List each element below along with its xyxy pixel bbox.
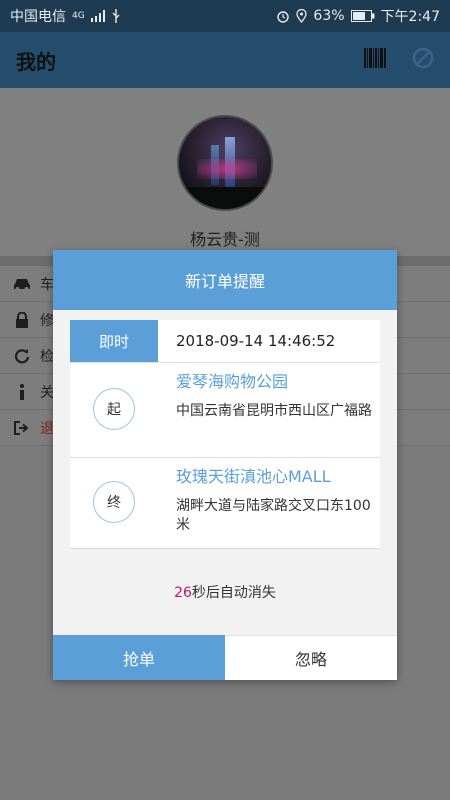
ignore-order-button[interactable]: 忽略 (225, 635, 397, 680)
order-details: 即时 2018-09-14 14:46:52 起 爱琴海购物公园 中国云南省昆明… (70, 320, 380, 549)
location-icon (296, 9, 308, 23)
app-bar: 我的 (0, 32, 450, 88)
end-location-address: 湖畔大道与陆家路交叉口东100米 (176, 498, 371, 533)
dialog-title: 新订单提醒 (53, 250, 397, 310)
order-type-tag: 即时 (70, 320, 158, 362)
dialog-actions: 抢单 忽略 (53, 635, 397, 680)
profile-header: 杨云贵-测 (0, 88, 450, 256)
signal-icon (90, 10, 105, 22)
end-badge: 终 (93, 481, 135, 523)
auto-dismiss-countdown: 26秒后自动消失 (53, 582, 397, 602)
battery-percent: 63% (313, 8, 345, 24)
barcode-icon[interactable] (364, 48, 386, 72)
network-type: 4G (72, 11, 85, 21)
info-icon (12, 383, 32, 401)
username: 杨云贵-测 (190, 230, 260, 249)
usb-icon (111, 9, 121, 23)
menu-item-label: 车 (40, 276, 54, 293)
menu-item-label: 关 (40, 384, 54, 401)
countdown-suffix: 秒后自动消失 (191, 585, 276, 601)
car-icon (12, 275, 32, 293)
menu-item-label: 退 (40, 420, 54, 437)
page-title: 我的 (16, 49, 56, 74)
block-icon[interactable] (412, 47, 434, 73)
logout-icon (12, 419, 32, 437)
start-location-card: 起 爱琴海购物公园 中国云南省昆明市西山区广福路 (70, 362, 380, 457)
lock-icon (12, 311, 32, 329)
avatar[interactable] (177, 115, 273, 211)
start-badge: 起 (93, 388, 135, 430)
status-bar: 中国电信 4G 63% 下午2:47 (0, 0, 450, 32)
start-location-name: 爱琴海购物公园 (176, 372, 289, 391)
order-time-row: 即时 2018-09-14 14:46:52 (70, 320, 380, 362)
battery-icon (350, 10, 375, 22)
end-location-card: 终 玫瑰天街滇池心MALL 湖畔大道与陆家路交叉口东100米 (70, 457, 380, 549)
accept-order-button[interactable]: 抢单 (53, 635, 225, 680)
countdown-seconds: 26 (174, 585, 192, 601)
menu-item-label: 检 (40, 348, 54, 365)
clock-time: 下午2:47 (380, 9, 440, 25)
end-location-name: 玫瑰天街滇池心MALL (176, 467, 331, 486)
start-location-address: 中国云南省昆明市西山区广福路 (176, 403, 372, 419)
new-order-dialog: 新订单提醒 即时 2018-09-14 14:46:52 起 爱琴海购物公园 中… (53, 250, 397, 680)
carrier-label: 中国电信 (10, 9, 66, 25)
alarm-icon (276, 9, 290, 23)
refresh-icon (12, 347, 32, 365)
menu-item-label: 修 (40, 312, 54, 329)
order-datetime: 2018-09-14 14:46:52 (176, 332, 336, 350)
